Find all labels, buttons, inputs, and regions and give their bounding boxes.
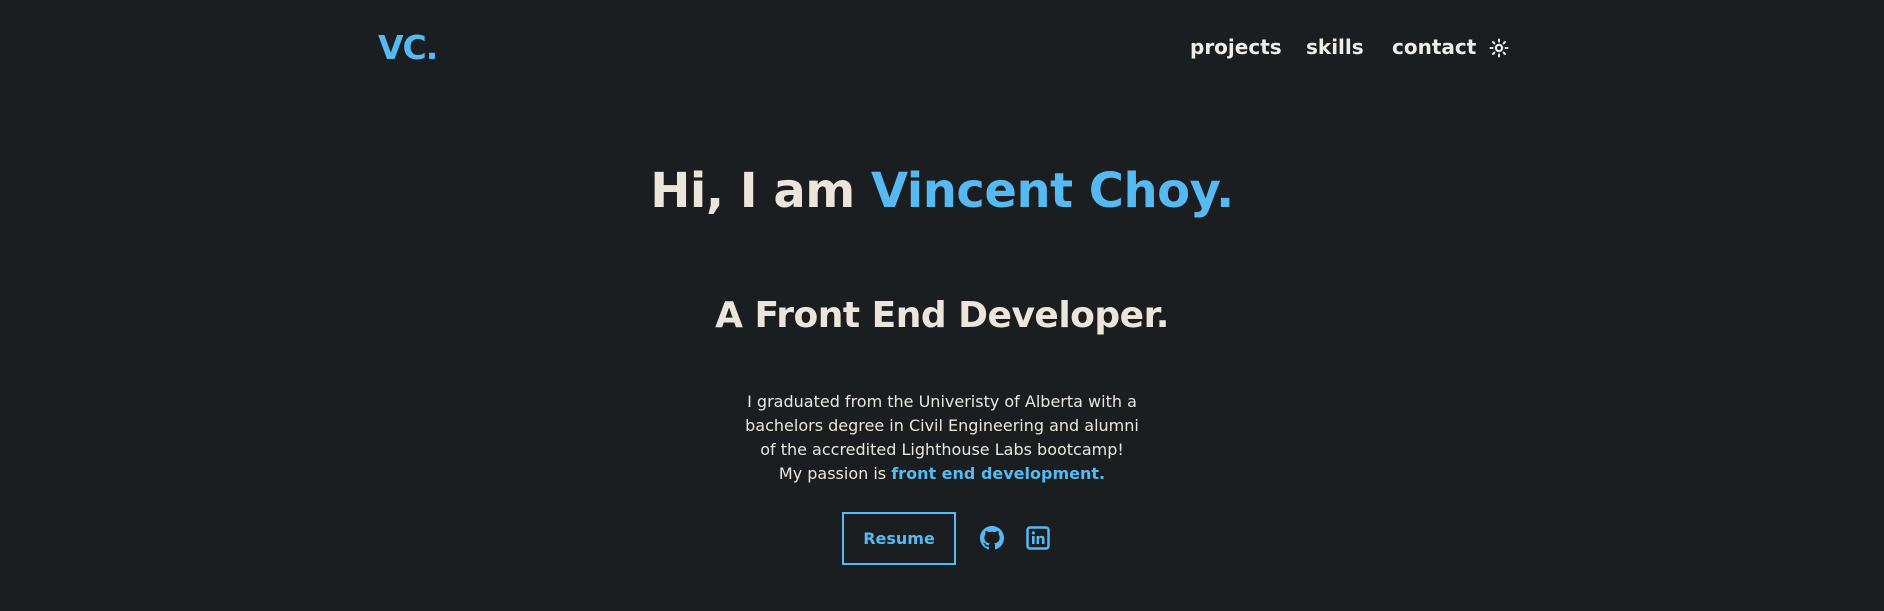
nav-link-projects[interactable]: projects xyxy=(1190,33,1282,61)
linkedin-link[interactable] xyxy=(1026,526,1050,550)
bio-line-3: of the accredited Lighthouse Labs bootca… xyxy=(760,440,1124,459)
resume-button[interactable]: Resume xyxy=(842,512,956,565)
nav-link-skills[interactable]: skills xyxy=(1306,33,1364,61)
theme-toggle-button[interactable] xyxy=(1489,38,1509,58)
github-icon xyxy=(980,526,1004,550)
bio-line-2: bachelors degree in Civil Engineering an… xyxy=(745,416,1139,435)
bio-line-4: My passion is front end development. xyxy=(692,462,1192,486)
site-header: VC. projects skills contact xyxy=(0,0,1884,96)
sun-icon xyxy=(1489,38,1509,58)
bio-paragraph: I graduated from the Univeristy of Alber… xyxy=(692,390,1192,486)
bio-passion-highlight: front end development. xyxy=(891,464,1106,483)
linkedin-icon xyxy=(1026,526,1050,550)
bio-passion-prefix: My passion is xyxy=(778,464,892,483)
nav-link-contact[interactable]: contact xyxy=(1392,33,1476,61)
hero-greeting: Hi, I am xyxy=(650,163,871,219)
bio-line-1: I graduated from the Univeristy of Alber… xyxy=(747,392,1137,411)
hero-heading: Hi, I am Vincent Choy. xyxy=(0,162,1884,220)
github-link[interactable] xyxy=(980,526,1004,550)
main-nav: projects skills contact xyxy=(0,33,1884,63)
hero-name: Vincent Choy. xyxy=(871,163,1234,219)
hero-subtitle: A Front End Developer. xyxy=(715,295,1169,336)
